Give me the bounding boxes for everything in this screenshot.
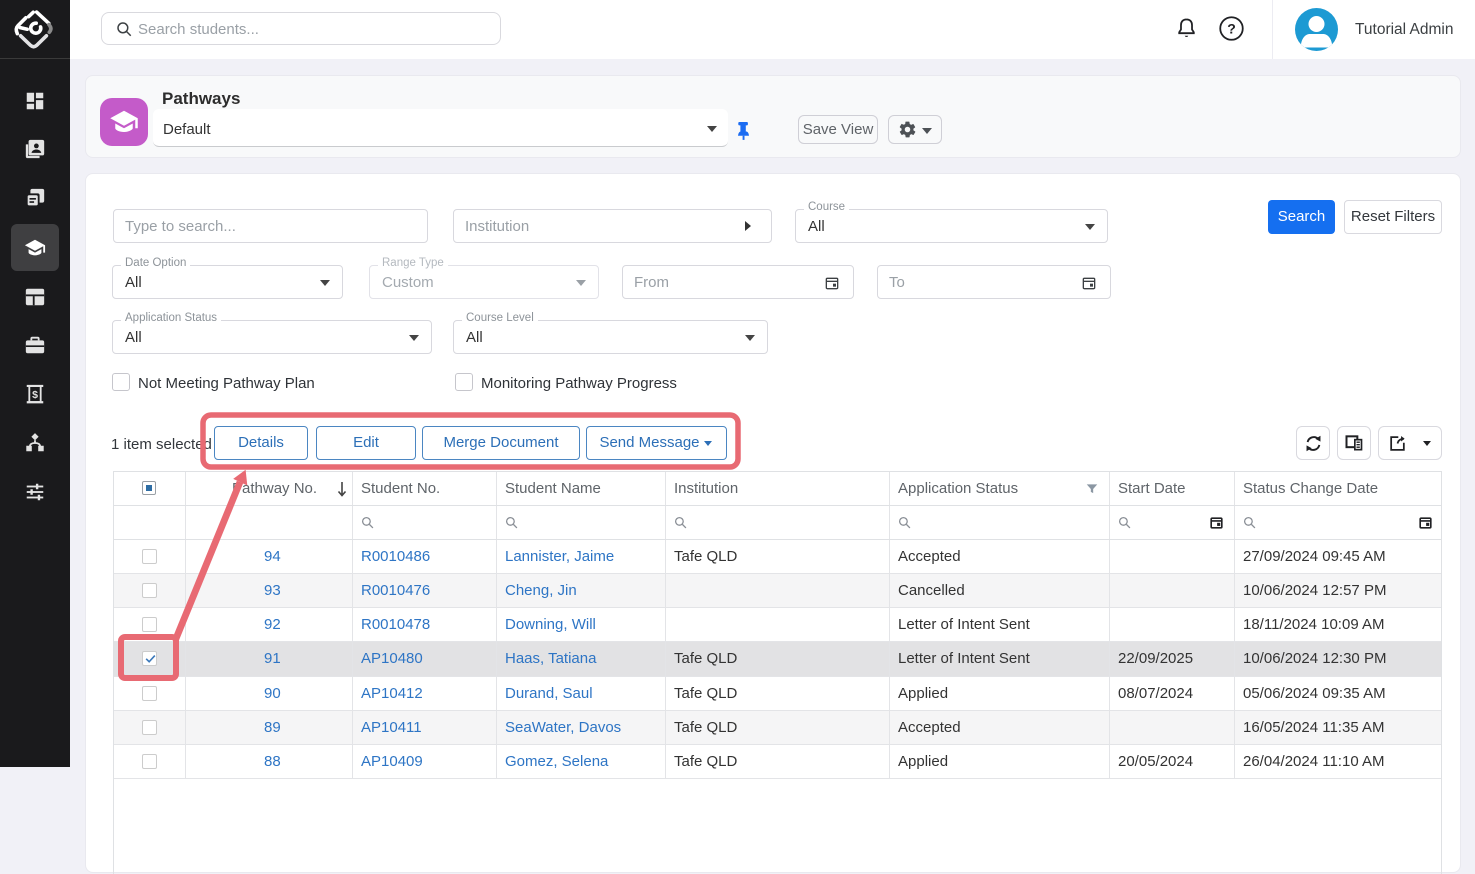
svg-text:$: $ [32,389,38,401]
svg-text:?: ? [1227,20,1236,36]
